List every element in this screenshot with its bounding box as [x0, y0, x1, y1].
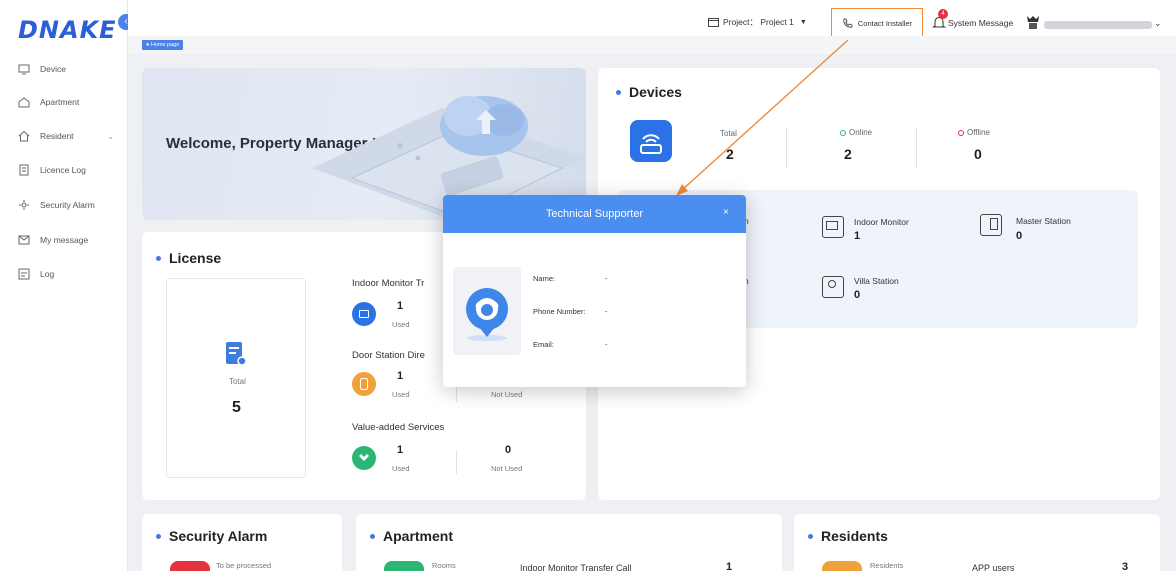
- modal-header: Technical Supporter ×: [443, 195, 746, 233]
- support-agent-icon: [466, 288, 508, 341]
- support-avatar: [453, 267, 521, 355]
- close-icon[interactable]: ×: [723, 207, 729, 218]
- technical-supporter-modal: Technical Supporter × Name: - Phone Numb…: [443, 195, 746, 387]
- name-label: Name:: [533, 274, 556, 283]
- modal-title: Technical Supporter: [545, 208, 644, 220]
- phone-number-label: Phone Number:: [533, 307, 586, 316]
- name-value: -: [605, 274, 608, 283]
- email-label: Email:: [533, 340, 554, 349]
- email-value: -: [605, 340, 608, 349]
- phone-number-value: -: [605, 307, 608, 316]
